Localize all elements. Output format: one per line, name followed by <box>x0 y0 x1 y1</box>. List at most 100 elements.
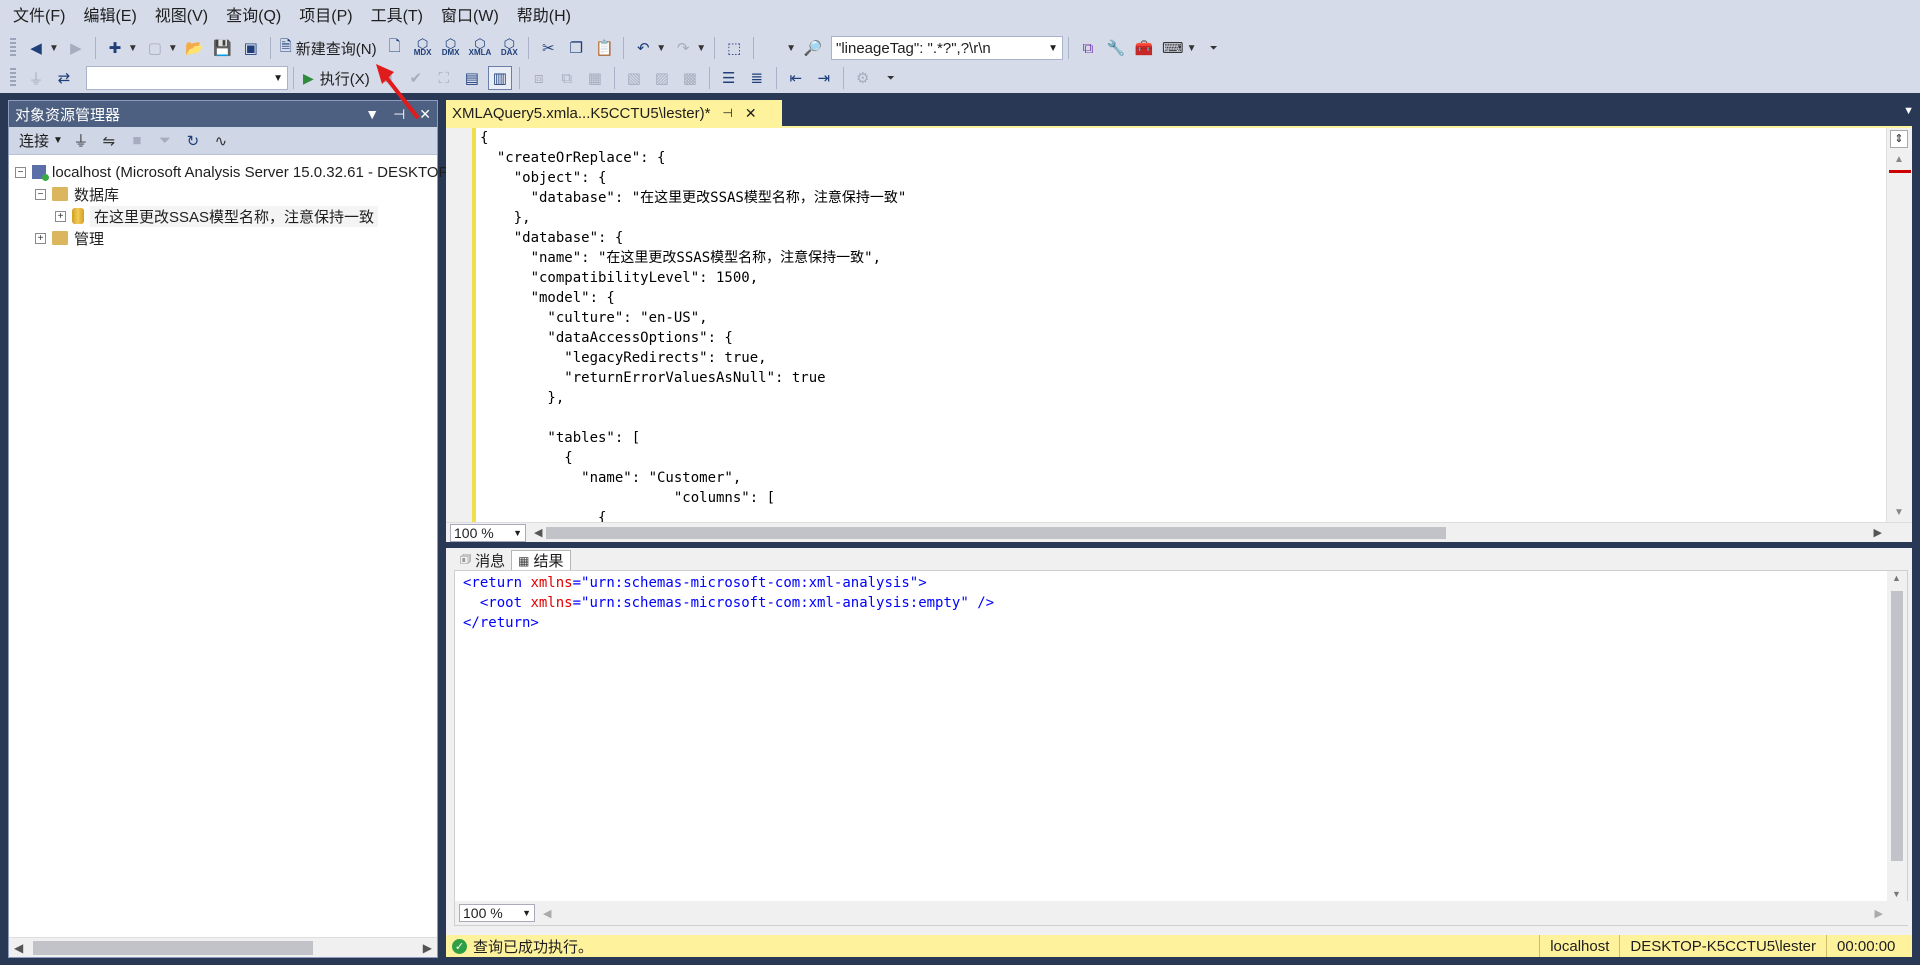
menu-query[interactable]: 查询(Q) <box>217 0 290 33</box>
tree-node-databases[interactable]: − 数据库 <box>35 183 119 205</box>
statistics-icon[interactable]: ▩ <box>678 66 702 90</box>
stop-icon[interactable]: ■ <box>125 129 149 153</box>
back-dropdown-icon[interactable]: ▼ <box>49 43 59 54</box>
scroll-left-icon[interactable]: ◀ <box>534 526 542 539</box>
parse-icon[interactable]: ✔ <box>404 66 428 90</box>
scroll-up-icon[interactable]: ▲ <box>1894 154 1904 165</box>
uncomment-lines-icon[interactable]: ≣ <box>745 66 769 90</box>
database-engine-query-icon[interactable]: 🗋 <box>383 36 407 60</box>
editor-vertical-scrollbar[interactable]: ⇕ ▲ ▼ <box>1886 128 1912 522</box>
open-file-icon[interactable]: 📂 <box>183 36 207 60</box>
toolbar-overflow-icon[interactable]: ⏷ <box>1202 36 1226 60</box>
tab-list-dropdown-icon[interactable]: ▼ <box>1903 105 1914 117</box>
include-plan-icon[interactable]: ▦ <box>583 66 607 90</box>
results-file-icon[interactable]: ▨ <box>650 66 674 90</box>
pin-icon[interactable]: ⊣ <box>393 106 405 123</box>
scrollbar-thumb[interactable] <box>1891 591 1903 861</box>
pin-icon[interactable]: ⊣ <box>722 106 732 120</box>
menu-project[interactable]: 项目(P) <box>290 0 361 33</box>
results-content[interactable]: <return xmlns="urn:schemas-microsoft-com… <box>454 570 1909 926</box>
filter-icon[interactable]: ⏷ <box>153 129 177 153</box>
menu-tools[interactable]: 工具(T) <box>362 0 432 33</box>
save-all-icon[interactable]: ▣ <box>239 36 263 60</box>
results-icon[interactable]: ▧ <box>622 66 646 90</box>
paste-icon[interactable]: 📋 <box>592 36 616 60</box>
scroll-left-icon[interactable]: ◀ <box>14 941 23 955</box>
query-editor[interactable]: { "createOrReplace": { "object": { "data… <box>446 126 1912 522</box>
visual-studio-icon[interactable]: ⧉ <box>1076 36 1100 60</box>
expand-icon[interactable]: + <box>35 232 46 244</box>
close-icon[interactable]: ✕ <box>745 105 757 122</box>
cut-icon[interactable]: ✂ <box>536 36 560 60</box>
solution-config-icon[interactable] <box>761 36 785 60</box>
new-project-dropdown-icon[interactable]: ▼ <box>128 43 138 54</box>
add-item-dropdown-icon[interactable]: ▼ <box>168 43 178 54</box>
stop-icon[interactable]: ■ <box>376 66 400 90</box>
toolbar-grip[interactable] <box>10 38 16 58</box>
increase-indent-icon[interactable]: ⇥ <box>812 66 836 90</box>
menu-file[interactable]: 文件(F) <box>4 0 74 33</box>
undo-dropdown-icon[interactable]: ▼ <box>656 43 666 54</box>
tree-node-database-item[interactable]: + 在这里更改SSAS模型名称，注意保持一致 <box>55 205 379 227</box>
new-query-button[interactable]: 🗎 新建查询(N) <box>278 36 379 60</box>
connect-icon[interactable]: ⏚ <box>24 66 48 90</box>
menu-help[interactable]: 帮助(H) <box>508 0 580 33</box>
database-combo[interactable]: ▼ <box>86 66 288 90</box>
results-to-grid-icon[interactable]: ▥ <box>487 66 512 90</box>
menu-window[interactable]: 窗口(W) <box>432 0 508 33</box>
find-combo[interactable]: "lineageTag": ".*?",?\r\n ▼ <box>831 36 1063 60</box>
split-window-icon[interactable]: ⇕ <box>1890 130 1908 148</box>
editor-zoom-select[interactable]: 100 % ▼ <box>450 523 526 542</box>
scroll-right-icon[interactable]: ▶ <box>1874 526 1882 539</box>
execute-button[interactable]: ▶ 执行(X) <box>299 66 374 90</box>
activity-icon[interactable]: ∿ <box>209 129 233 153</box>
editor-horizontal-scrollbar-thumb[interactable] <box>546 527 1446 539</box>
dax-query-button[interactable]: ⬡ DAX <box>497 36 521 60</box>
results-to-text-icon[interactable]: ▤ <box>460 66 484 90</box>
copy-icon[interactable]: ❐ <box>564 36 588 60</box>
find-in-files-icon[interactable]: 🔎 <box>801 36 825 60</box>
redo-dropdown-icon[interactable]: ▼ <box>696 43 706 54</box>
specify-template-icon[interactable]: ⚙ <box>851 66 875 90</box>
save-icon[interactable]: 💾 <box>211 36 235 60</box>
connect-plug-icon[interactable]: ⏚ <box>69 129 93 153</box>
menu-view[interactable]: 视图(V) <box>146 0 217 33</box>
connect-button[interactable]: 连接 ▼ <box>17 129 65 153</box>
xmla-query-button[interactable]: ⬡ XMLA <box>467 36 494 60</box>
menu-edit[interactable]: 编辑(E) <box>74 0 145 33</box>
tab-results[interactable]: ▦ 结果 <box>511 550 571 570</box>
disconnect-icon[interactable]: ⇋ <box>97 129 121 153</box>
results-zoom-select[interactable]: 100 % ▼ <box>459 904 535 922</box>
command-window-dropdown-icon[interactable]: ▼ <box>1187 43 1197 54</box>
scroll-down-icon[interactable]: ▼ <box>1892 889 1901 899</box>
scrollbar-thumb[interactable] <box>33 940 313 955</box>
scroll-up-icon[interactable]: ▲ <box>1892 573 1901 583</box>
query-plan-icon[interactable]: ⛶ <box>432 66 456 90</box>
undo-icon[interactable]: ↶ <box>631 36 655 60</box>
new-project-icon[interactable]: ✚ <box>103 36 127 60</box>
scroll-left-icon[interactable]: ◀ <box>543 907 551 920</box>
activity-monitor-icon[interactable]: ⬚ <box>722 36 746 60</box>
command-window-icon[interactable]: ⌨ <box>1160 36 1186 60</box>
toolbar-grip[interactable] <box>10 68 16 88</box>
results-vertical-scrollbar[interactable]: ▲ ▼ <box>1887 571 1907 901</box>
scroll-right-icon[interactable]: ▶ <box>1875 907 1883 920</box>
mdx-query-button[interactable]: ⬡ MDX <box>411 36 435 60</box>
redo-icon[interactable]: ↷ <box>671 36 695 60</box>
add-item-icon[interactable]: ▢ <box>143 36 167 60</box>
tree-node-management[interactable]: + 管理 <box>35 227 104 249</box>
refresh-icon[interactable]: ↻ <box>181 129 205 153</box>
tab-messages[interactable]: 🗊 消息 <box>454 550 511 570</box>
close-icon[interactable]: ✕ <box>419 106 431 123</box>
document-tab-xmla-query[interactable]: XMLAQuery5.xmla...K5CCTU5\lester)* ⊣ ✕ <box>446 100 782 126</box>
scroll-right-icon[interactable]: ▶ <box>423 941 432 955</box>
forward-icon[interactable]: ▶ <box>64 36 88 60</box>
decrease-indent-icon[interactable]: ⇤ <box>784 66 808 90</box>
comment-lines-icon[interactable]: ☰ <box>717 66 741 90</box>
expand-icon[interactable]: + <box>55 210 66 222</box>
panel-menu-icon[interactable]: ▼ <box>365 106 379 122</box>
dmx-query-button[interactable]: ⬡ DMX <box>439 36 463 60</box>
toolbar-overflow-icon[interactable]: ⏷ <box>879 66 903 90</box>
solution-config-dropdown-icon[interactable]: ▼ <box>786 43 796 54</box>
wrench-icon[interactable]: 🔧 <box>1104 36 1128 60</box>
